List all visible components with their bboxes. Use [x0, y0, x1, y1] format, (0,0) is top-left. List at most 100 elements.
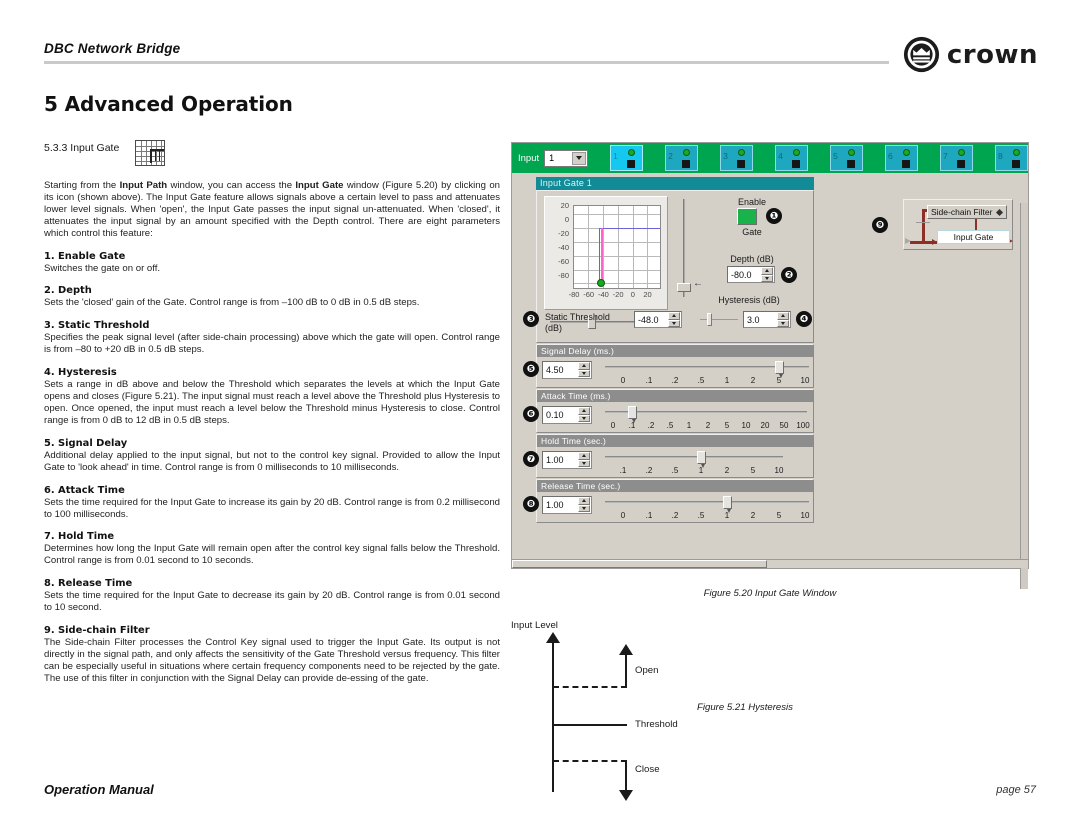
depth-vertical-slider[interactable]: [677, 199, 691, 297]
hysteresis-step-down[interactable]: [777, 319, 789, 327]
channel-button-2[interactable]: 2: [665, 145, 699, 171]
channel-mute-icon[interactable]: [682, 160, 691, 168]
slider-stepper[interactable]: [578, 497, 590, 512]
slider-tick-label: 2: [724, 466, 730, 475]
static-threshold-spinner[interactable]: -48.0: [634, 311, 682, 328]
callout-8: ❽: [523, 496, 539, 512]
parameter-body: The Side-chain Filter processes the Cont…: [44, 637, 500, 684]
header-rule: [44, 61, 889, 64]
channel-selector-bar[interactable]: Input 1 1 2 3 4 5 6 7 8: [512, 143, 1029, 173]
channel-mute-icon[interactable]: [957, 160, 966, 168]
callout-2: ❷: [781, 267, 797, 283]
slider-step-up[interactable]: [578, 497, 590, 505]
chevron-down-icon[interactable]: [572, 151, 587, 165]
channel-number: 3: [723, 151, 728, 161]
channel-button-5[interactable]: 5: [830, 145, 864, 171]
slider-group-1: Attack Time (ms.) 0.10 0 .1 .2 .5 1 2 5 10 20 50 100…: [523, 389, 814, 433]
sidechain-filter-panel[interactable]: Side-chain Filter Input Gate: [903, 199, 1013, 250]
slider-knob[interactable]: [697, 451, 706, 468]
callout-5: ❺: [523, 361, 539, 377]
slider-tick-label: .5: [666, 421, 674, 430]
graph-y-tick: 20: [560, 201, 569, 210]
slider-step-up[interactable]: [578, 452, 590, 460]
channel-button-4[interactable]: 4: [775, 145, 809, 171]
slider-title: Attack Time (ms.): [537, 390, 813, 402]
slider-knob[interactable]: [723, 496, 732, 513]
slider-stepper[interactable]: [578, 452, 590, 467]
slider-track-wrap[interactable]: 0 .1 .2 .5 1 2 5 10: [605, 496, 809, 522]
slider-tick-label: 100: [796, 421, 810, 430]
depth-spinner[interactable]: -80.0: [727, 266, 775, 283]
slider-stepper[interactable]: [578, 407, 590, 422]
slider-track: [605, 501, 809, 503]
window-workspace: Input Gate 1 20 0 -20 -40 -60 -80 -80 -6…: [512, 173, 1028, 589]
depth-pointer-icon: ←: [693, 278, 703, 289]
graph-threshold-marker[interactable]: [597, 279, 605, 287]
channel-mute-icon[interactable]: [1012, 160, 1021, 168]
input-select-dropdown[interactable]: 1: [544, 149, 589, 167]
slider-knob[interactable]: [628, 406, 637, 423]
channel-mute-icon[interactable]: [737, 160, 746, 168]
channel-number: 8: [998, 151, 1003, 161]
hysteresis-axis-arrow-icon: [546, 632, 560, 643]
slider-value-spinner[interactable]: 1.00: [542, 496, 592, 514]
depth-step-up[interactable]: [761, 267, 773, 275]
hysteresis-mini-slider[interactable]: [700, 311, 738, 327]
slider-step-down[interactable]: [578, 369, 590, 377]
slider-stepper[interactable]: [578, 362, 590, 377]
slider-track: [605, 456, 783, 458]
parameter-body: Sets a range in dB above and below the T…: [44, 379, 500, 426]
callout-6: ❻: [523, 406, 539, 422]
channel-button-7[interactable]: 7: [940, 145, 974, 171]
slider-tick-label: 10: [774, 466, 784, 475]
static-threshold-step-up[interactable]: [668, 312, 680, 320]
static-threshold-step-down[interactable]: [668, 319, 680, 327]
slider-step-down[interactable]: [578, 414, 590, 422]
slider-knob[interactable]: [775, 361, 784, 378]
horizontal-scrollbar[interactable]: [512, 559, 1028, 568]
hysteresis-close-arrow-line: [625, 760, 627, 792]
parameter-title: 6. Attack Time: [44, 484, 125, 496]
depth-slider-knob[interactable]: [677, 283, 691, 292]
hysteresis-spinner[interactable]: 3.0: [743, 311, 791, 328]
channel-button-6[interactable]: 6: [885, 145, 919, 171]
slider-track-wrap[interactable]: .1 .2 .5 1 2 5 10: [605, 451, 809, 477]
slider-tick-label: 10: [800, 376, 810, 385]
parameter-block: 6. Attack Time Sets the time required for…: [44, 485, 500, 521]
hysteresis-stepper[interactable]: [777, 312, 789, 327]
gate-transfer-graph[interactable]: 20 0 -20 -40 -60 -80 -80 -60 -40 -20 0 2…: [544, 196, 668, 310]
channel-button-1[interactable]: 1: [610, 145, 644, 171]
channel-buttons[interactable]: 1 2 3 4 5 6 7 8: [588, 145, 1029, 171]
parameter-block: 2. Depth Sets the 'closed' gain of the Ga…: [44, 285, 500, 309]
channel-button-8[interactable]: 8: [995, 145, 1029, 171]
slider-track-wrap[interactable]: 0 .1 .2 .5 1 2 5 10 20 50 100: [605, 406, 810, 432]
slider-value-spinner[interactable]: 0.10: [542, 406, 592, 424]
slider-value-spinner[interactable]: 4.50: [542, 361, 592, 379]
channel-mute-icon[interactable]: [792, 160, 801, 168]
slider-step-down[interactable]: [578, 504, 590, 512]
static-threshold-label: Static Threshold (dB): [545, 312, 615, 333]
hysteresis-step-up[interactable]: [777, 312, 789, 320]
depth-step-down[interactable]: [761, 274, 773, 282]
slider-step-up[interactable]: [578, 407, 590, 415]
graph-plot-area[interactable]: [573, 205, 661, 289]
slider-step-up[interactable]: [578, 362, 590, 370]
slider-track-wrap[interactable]: 0 .1 .2 .5 1 2 5 10: [605, 361, 809, 387]
static-threshold-stepper[interactable]: [668, 312, 680, 327]
channel-mute-icon[interactable]: [847, 160, 856, 168]
sidechain-input-gate-button[interactable]: Input Gate: [937, 230, 1010, 244]
depth-stepper[interactable]: [761, 267, 773, 282]
input-gate-application-window[interactable]: Input 1 12345678 Input Gate 1 20 0 -20 -40-…: [511, 142, 1029, 589]
slider-value-spinner[interactable]: 1.00: [542, 451, 592, 469]
slider-step-down[interactable]: [578, 459, 590, 467]
sidechain-filter-button[interactable]: Side-chain Filter: [927, 205, 1007, 219]
hysteresis-threshold-line: [553, 724, 627, 726]
slider-tick-label: 50: [779, 421, 789, 430]
slider-value: 1.00: [546, 500, 564, 510]
channel-button-3[interactable]: 3: [720, 145, 754, 171]
scrollbar-thumb[interactable]: [512, 560, 767, 568]
enable-gate-toggle[interactable]: [737, 208, 757, 225]
channel-mute-icon[interactable]: [627, 160, 636, 168]
channel-mute-icon[interactable]: [902, 160, 911, 168]
hysteresis-slider-knob[interactable]: [707, 313, 712, 326]
